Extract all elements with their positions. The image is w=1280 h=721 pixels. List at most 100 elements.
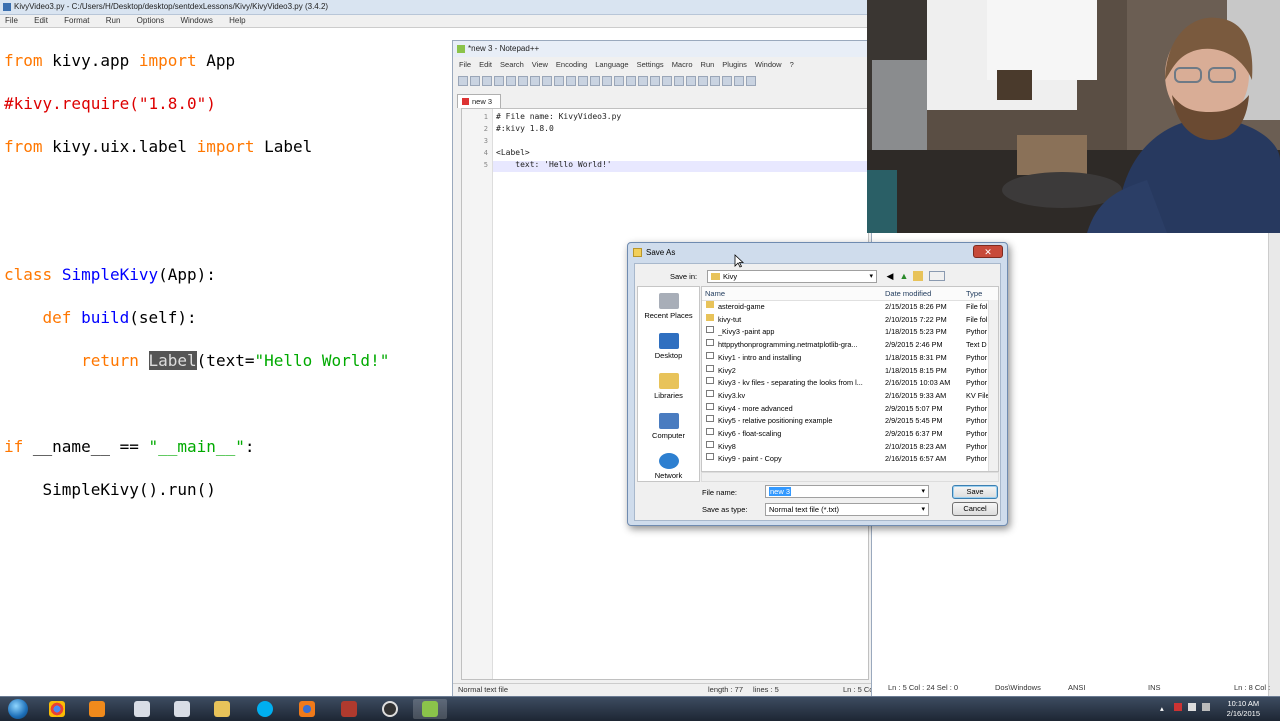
column-date-modified[interactable]: Date modified xyxy=(885,287,931,300)
indent-guide-icon[interactable] xyxy=(686,76,696,86)
file-row[interactable]: Kivy9 - paint - Copy 2/16/2015 6:57 AM Pyt… xyxy=(702,453,998,466)
clock[interactable]: 10:10 AM 2/16/2015 xyxy=(1227,699,1260,719)
notepadpp-title-bar[interactable]: *new 3 - Notepad++ xyxy=(453,41,871,57)
npp-menu-encoding[interactable]: Encoding xyxy=(556,60,587,69)
file-row[interactable]: Kivy6 - float-scaling 2/9/2015 6:37 PM Pyt… xyxy=(702,428,998,441)
play-macro-icon[interactable] xyxy=(746,76,756,86)
record-macro-icon[interactable] xyxy=(722,76,732,86)
file-row[interactable]: Kivy2 1/18/2015 8:15 PM Pythor xyxy=(702,364,998,378)
tab-new3[interactable]: new 3 xyxy=(457,94,501,108)
menu-edit[interactable]: Edit xyxy=(34,16,48,25)
place-recent[interactable]: Recent Places xyxy=(638,293,699,320)
network-status-icon[interactable] xyxy=(1188,703,1196,711)
file-row[interactable]: Kivy1 - intro and installing 1/18/2015 8:… xyxy=(702,351,998,365)
redo-icon[interactable] xyxy=(590,76,600,86)
save-as-type-select[interactable]: Normal text file (*.txt) ▾ xyxy=(765,503,929,516)
taskbar-firefox[interactable] xyxy=(290,699,324,719)
stop-macro-icon[interactable] xyxy=(734,76,744,86)
menu-run[interactable]: Run xyxy=(106,16,121,25)
file-row[interactable]: kivy-tut 2/10/2015 7:22 PM File fol xyxy=(702,313,998,327)
sync-scroll-icon[interactable] xyxy=(650,76,660,86)
file-row[interactable]: Kivy8 2/10/2015 8:23 AM Pythor xyxy=(702,440,998,454)
close-button[interactable]: ✕ xyxy=(973,245,1003,258)
print-icon[interactable] xyxy=(530,76,540,86)
file-row[interactable]: httppythonprogramming.netmatplotlib-gra.… xyxy=(702,339,998,352)
menu-options[interactable]: Options xyxy=(137,16,165,25)
tray-app-icon[interactable] xyxy=(1174,703,1182,711)
tray-arrow-icon[interactable]: ▴ xyxy=(1160,704,1164,713)
taskbar-chrome[interactable] xyxy=(40,699,74,719)
function-list-icon[interactable] xyxy=(710,76,720,86)
vertical-scrollbar[interactable] xyxy=(1268,233,1280,696)
file-row[interactable]: Kivy5 - relative positioning example 2/9/… xyxy=(702,415,998,428)
open-file-icon[interactable] xyxy=(470,76,480,86)
start-button[interactable] xyxy=(2,698,34,720)
close-all-icon[interactable] xyxy=(518,76,528,86)
npp-menu-view[interactable]: View xyxy=(532,60,548,69)
npp-menu-window[interactable]: Window xyxy=(755,60,782,69)
place-network[interactable]: Network xyxy=(638,453,699,480)
file-list-hscrollbar[interactable] xyxy=(701,472,999,482)
file-row[interactable]: Kivy3.kv 2/16/2015 9:33 AM KV File xyxy=(702,389,998,403)
idle-code-editor[interactable]: from kivy.app import App #kivy.require("… xyxy=(4,29,454,521)
undo-icon[interactable] xyxy=(578,76,588,86)
npp-menu-settings[interactable]: Settings xyxy=(637,60,664,69)
find-icon[interactable] xyxy=(602,76,612,86)
webcam-image xyxy=(867,0,1280,233)
new-folder-icon[interactable] xyxy=(913,271,923,281)
menu-file[interactable]: File xyxy=(5,16,18,25)
cancel-button[interactable]: Cancel xyxy=(952,502,998,516)
copy-icon[interactable] xyxy=(554,76,564,86)
taskbar-notepadpp[interactable] xyxy=(413,699,447,719)
chevron-down-icon[interactable]: ▾ xyxy=(921,486,925,498)
back-icon[interactable]: ◀ xyxy=(885,271,895,281)
npp-menu-file[interactable]: File xyxy=(459,60,471,69)
new-file-icon[interactable] xyxy=(458,76,468,86)
wrap-icon[interactable] xyxy=(662,76,672,86)
npp-menu-search[interactable]: Search xyxy=(500,60,524,69)
taskbar-media-player[interactable] xyxy=(80,699,114,719)
save-all-icon[interactable] xyxy=(494,76,504,86)
npp-menu-plugins[interactable]: Plugins xyxy=(722,60,747,69)
show-all-icon[interactable] xyxy=(674,76,684,86)
cut-icon[interactable] xyxy=(542,76,552,86)
close-icon[interactable] xyxy=(506,76,516,86)
place-computer[interactable]: Computer xyxy=(638,413,699,440)
npp-menu-macro[interactable]: Macro xyxy=(672,60,693,69)
menu-format[interactable]: Format xyxy=(64,16,89,25)
taskbar-obs[interactable] xyxy=(373,699,407,719)
column-name[interactable]: Name xyxy=(705,287,725,300)
taskbar-skype[interactable] xyxy=(248,699,282,719)
zoom-out-icon[interactable] xyxy=(638,76,648,86)
up-folder-icon[interactable]: ▲ xyxy=(899,271,909,281)
doc-map-icon[interactable] xyxy=(698,76,708,86)
npp-menu-run[interactable]: Run xyxy=(701,60,715,69)
taskbar-explorer[interactable] xyxy=(205,699,239,719)
save-in-dropdown[interactable]: Kivy ▾ xyxy=(707,270,877,283)
npp-menu-language[interactable]: Language xyxy=(595,60,628,69)
taskbar-python-2[interactable] xyxy=(165,699,199,719)
view-menu-icon[interactable] xyxy=(929,271,945,281)
file-row[interactable]: Kivy4 - more advanced 2/9/2015 5:07 PM Pyt… xyxy=(702,402,998,416)
taskbar-app[interactable] xyxy=(332,699,366,719)
menu-help[interactable]: Help xyxy=(229,16,245,25)
zoom-in-icon[interactable] xyxy=(626,76,636,86)
column-type[interactable]: Type xyxy=(966,287,982,300)
menu-windows[interactable]: Windows xyxy=(180,16,212,25)
volume-icon[interactable] xyxy=(1202,703,1210,711)
file-name-input[interactable]: new 3 ▾ xyxy=(765,485,929,498)
save-icon[interactable] xyxy=(482,76,492,86)
file-list[interactable]: Name Date modified Type asteroid-game 2/1… xyxy=(701,286,999,472)
npp-menu-edit[interactable]: Edit xyxy=(479,60,492,69)
paste-icon[interactable] xyxy=(566,76,576,86)
place-desktop[interactable]: Desktop xyxy=(638,333,699,360)
file-row[interactable]: asteroid-game 2/15/2015 8:26 PM File fol xyxy=(702,301,998,314)
file-row[interactable]: _Kivy3 -paint app 1/18/2015 5:23 PM Pythor xyxy=(702,326,998,339)
npp-menu-help[interactable]: ? xyxy=(790,60,794,69)
save-button[interactable]: Save xyxy=(952,485,998,499)
file-row[interactable]: Kivy3 - kv files - separating the looks … xyxy=(702,377,998,390)
file-list-scrollbar[interactable] xyxy=(988,300,998,471)
replace-icon[interactable] xyxy=(614,76,624,86)
place-libraries[interactable]: Libraries xyxy=(638,373,699,400)
taskbar-python-1[interactable] xyxy=(125,699,159,719)
